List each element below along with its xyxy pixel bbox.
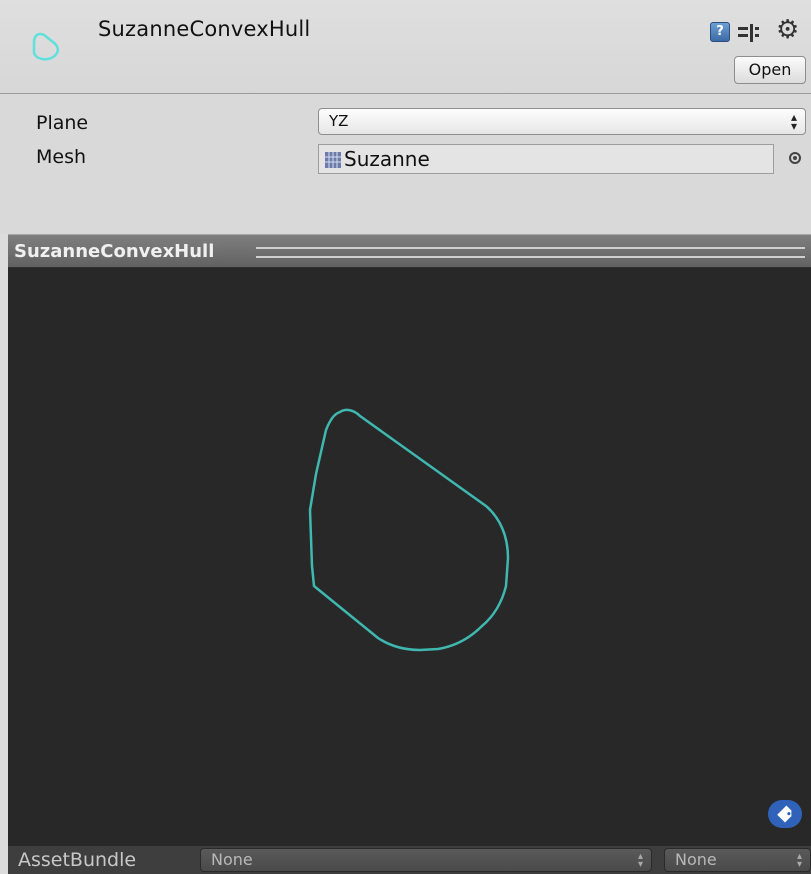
object-picker-icon[interactable] <box>789 152 801 164</box>
assetbundle-name-value: None <box>211 850 253 869</box>
asset-title: SuzanneConvexHull <box>98 17 311 41</box>
dropdown-arrows-icon: ▴ ▾ <box>796 851 802 870</box>
dropdown-arrows-icon: ▴ ▾ <box>637 851 643 870</box>
mesh-value: Suzanne <box>344 147 430 171</box>
assetbundle-bar: AssetBundle None ▴ ▾ None ▴ ▾ <box>8 846 811 874</box>
preview-header[interactable]: SuzanneConvexHull <box>8 234 811 268</box>
mesh-icon <box>325 152 341 168</box>
presets-icon[interactable] <box>737 22 761 44</box>
drag-handle[interactable] <box>256 247 805 258</box>
plane-dropdown[interactable]: YZ ▴ ▾ <box>318 108 806 135</box>
preview-viewport[interactable] <box>8 268 811 846</box>
convex-hull-outline <box>308 408 510 652</box>
inspector-fields: Plane YZ ▴ ▾ Mesh Suzanne <box>0 94 811 234</box>
preview-left-edge <box>0 234 8 874</box>
dropdown-arrows-icon: ▴ ▾ <box>790 110 797 133</box>
plane-label: Plane <box>36 112 89 134</box>
assetbundle-name-dropdown[interactable]: None ▴ ▾ <box>200 848 652 872</box>
assetbundle-variant-dropdown[interactable]: None ▴ ▾ <box>664 848 811 872</box>
gear-icon[interactable]: ⚙ <box>776 17 799 43</box>
asset-label-icon[interactable] <box>768 800 802 828</box>
open-button[interactable]: Open <box>734 56 806 84</box>
convex-hull-asset-icon <box>32 32 60 61</box>
mesh-label: Mesh <box>36 146 87 168</box>
help-icon[interactable]: ? <box>710 22 730 42</box>
assetbundle-variant-value: None <box>675 850 717 869</box>
mesh-object-field[interactable]: Suzanne <box>318 144 774 174</box>
assetbundle-label: AssetBundle <box>18 849 137 871</box>
plane-value: YZ <box>329 112 349 130</box>
preview-title: SuzanneConvexHull <box>14 241 221 262</box>
inspector-header: SuzanneConvexHull ? ⚙ Open <box>0 0 811 94</box>
